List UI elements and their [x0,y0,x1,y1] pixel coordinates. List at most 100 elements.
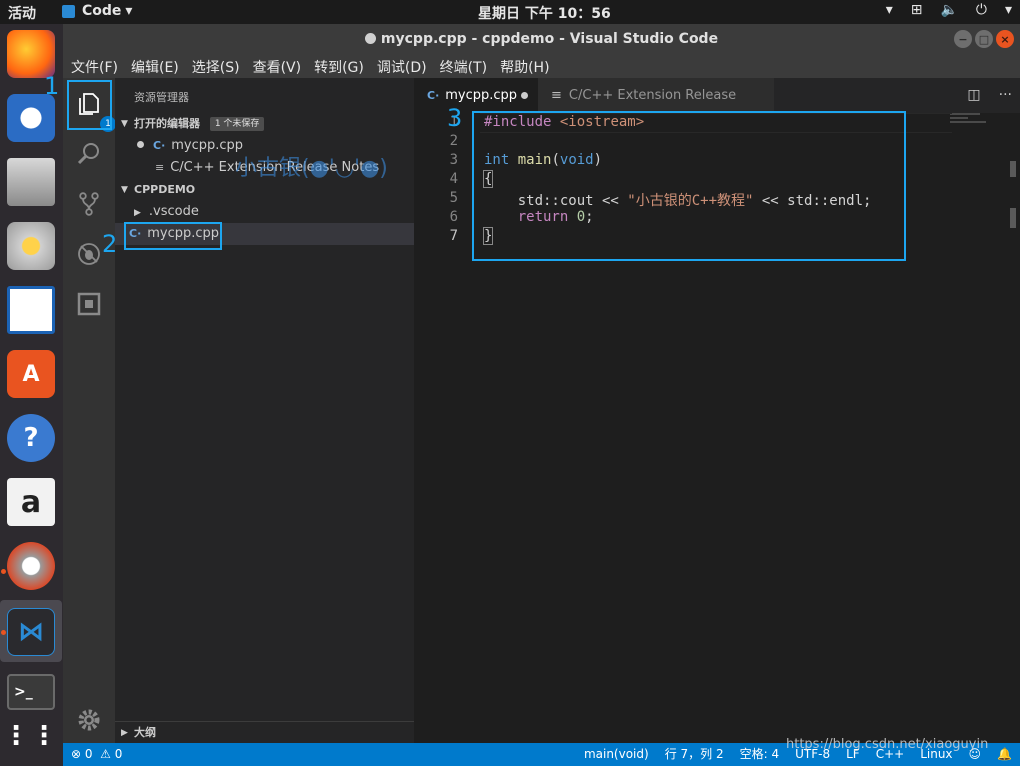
running-indicator [1,630,6,635]
folder-item-label: .vscode [148,204,199,219]
tab-release-notes[interactable]: ≡C/C++ Extension Release Notes [538,78,774,138]
window-controls: − □ × [954,30,1014,48]
settings-app-icon[interactable] [7,542,55,590]
menu-edit[interactable]: 编辑(E) [131,55,179,78]
terminal-icon[interactable]: >_ [7,674,55,710]
menu-bar: 文件(F) 编辑(E) 选择(S) 查看(V) 转到(G) 调试(D) 终端(T… [63,55,1020,78]
help-icon[interactable]: ? [7,414,55,462]
preview-lines-icon: ≡ [551,88,562,103]
manage-button[interactable] [73,704,105,736]
app-menu[interactable]: Code ▾ [62,3,132,19]
search-icon [77,143,99,165]
status-indentation[interactable]: 空格: 4 [740,743,780,766]
search-button[interactable] [73,138,105,170]
annotation-number-1: 1 [44,72,60,100]
folder-item-vscode[interactable]: ▶ .vscode [115,201,414,223]
menu-terminal[interactable]: 终端(T) [440,55,487,78]
window-titlebar: mycpp.cpp - cppdemo - Visual Studio Code… [63,24,1020,55]
rhythmbox-icon[interactable] [7,222,55,270]
unsaved-dot-icon[interactable] [521,92,528,99]
thunderbird-icon[interactable] [7,94,55,142]
chevron-down-icon[interactable]: ▾ [886,2,893,18]
unsaved-dot-icon [137,141,144,148]
menu-view[interactable]: 查看(V) [253,55,302,78]
sidebar-title: 资源管理器 [134,91,189,104]
running-indicator [1,569,6,574]
status-cursor-position[interactable]: 行 7，列 2 [665,743,724,766]
cpp-file-icon: C· [427,89,440,102]
more-actions-icon[interactable]: ··· [999,87,1012,103]
power-icon[interactable]: ⏻ [976,2,987,18]
vscode-mini-icon [62,4,75,18]
menu-selection[interactable]: 选择(S) [192,55,240,78]
vscode-icon[interactable]: ⋈ [7,608,55,656]
cpp-file-icon: C· [153,139,166,152]
debug-icon [78,243,100,265]
files-icon[interactable] [7,158,55,206]
activity-bar: 1 [63,78,116,743]
open-editors-section[interactable]: ▼ 打开的编辑器 1 个未保存 [115,113,414,135]
open-editors-title: 打开的编辑器 [134,117,200,130]
bell-icon[interactable]: 🔔 [997,743,1012,766]
split-editor-icon[interactable]: ◫ [967,87,980,103]
gear-icon [78,709,100,731]
unsaved-dot-icon [364,33,376,44]
folder-section[interactable]: ▼ CPPDEMO [115,179,414,201]
open-editor-label: mycpp.cpp [171,138,244,153]
menu-go[interactable]: 转到(G) [314,55,364,78]
problems-indicator[interactable]: ⊗ 0 ⚠ 0 [71,743,122,766]
line-number: 2 [449,133,458,149]
minimize-icon[interactable]: − [954,30,972,48]
activities-button[interactable]: 活动 [8,3,36,23]
window-title-text: mycpp.cpp - cppdemo - Visual Studio Code [380,31,719,47]
chevron-right-icon: ▶ [121,728,128,738]
line-number: 4 [449,171,458,187]
amazon-icon[interactable]: a [7,478,55,526]
extensions-button[interactable] [73,288,105,320]
chevron-down-icon: ▼ [121,119,128,129]
minimap[interactable] [950,113,1004,129]
firefox-icon[interactable] [7,30,55,78]
watermark-text: 小古银(●'◡'●) [235,156,388,181]
system-tray[interactable]: ▾ ⊞ 🔈 ⏻ ▾ [886,2,1012,18]
warnings-count: ⚠ 0 [100,747,123,761]
close-icon[interactable]: × [996,30,1014,48]
chevron-down-icon: ▼ [121,185,128,195]
menu-help[interactable]: 帮助(H) [500,55,549,78]
line-number: 3 [449,152,458,168]
ubuntu-dock: A ? a ⋈ >_ ⋮⋮ [0,24,63,766]
source-control-icon [79,192,99,216]
line-number: 5 [449,190,458,206]
clock[interactable]: 星期日 下午 10：56 [478,3,611,23]
chevron-right-icon: ▶ [134,208,141,218]
menu-file[interactable]: 文件(F) [71,55,118,78]
source-control-button[interactable] [73,188,105,220]
annotation-number-3: 3 [447,104,463,132]
editor-tabs: C· mycpp.cpp ≡C/C++ Extension Release Not… [414,78,1020,138]
annotation-box-3 [472,111,906,261]
chevron-down-icon: ▾ [125,3,133,19]
tab-mycpp[interactable]: C· mycpp.cpp [414,78,538,113]
outline-section[interactable]: ▶ 大纲 [115,721,414,743]
errors-count: ⊗ 0 [71,747,93,761]
line-number: 7 [449,228,458,244]
status-function[interactable]: main(void) [584,743,649,766]
preview-lines-icon: ≡ [155,161,165,174]
menu-debug[interactable]: 调试(D) [377,55,427,78]
ubuntu-top-bar: 活动 Code ▾ 星期日 下午 10：56 ▾ ⊞ 🔈 ⏻ ▾ [0,0,1020,24]
network-icon[interactable]: ⊞ [911,2,923,18]
writer-icon[interactable] [7,286,55,334]
scrollbar-marker[interactable] [1010,208,1016,228]
annotation-box-1 [67,80,112,130]
debug-button[interactable] [73,238,105,270]
chevron-down-icon[interactable]: ▾ [1005,2,1012,18]
unsaved-badge: 1 个未保存 [209,117,265,131]
window-title: mycpp.cpp - cppdemo - Visual Studio Code [63,31,1020,47]
outline-title: 大纲 [134,726,156,739]
software-icon[interactable]: A [7,350,55,398]
volume-icon[interactable]: 🔈 [940,2,957,18]
scrollbar-marker[interactable] [1010,161,1016,177]
maximize-icon[interactable]: □ [975,30,993,48]
show-apps-icon[interactable]: ⋮⋮ [3,712,57,760]
watermark-url: https://blog.csdn.net/xiaoguyin [786,737,989,752]
